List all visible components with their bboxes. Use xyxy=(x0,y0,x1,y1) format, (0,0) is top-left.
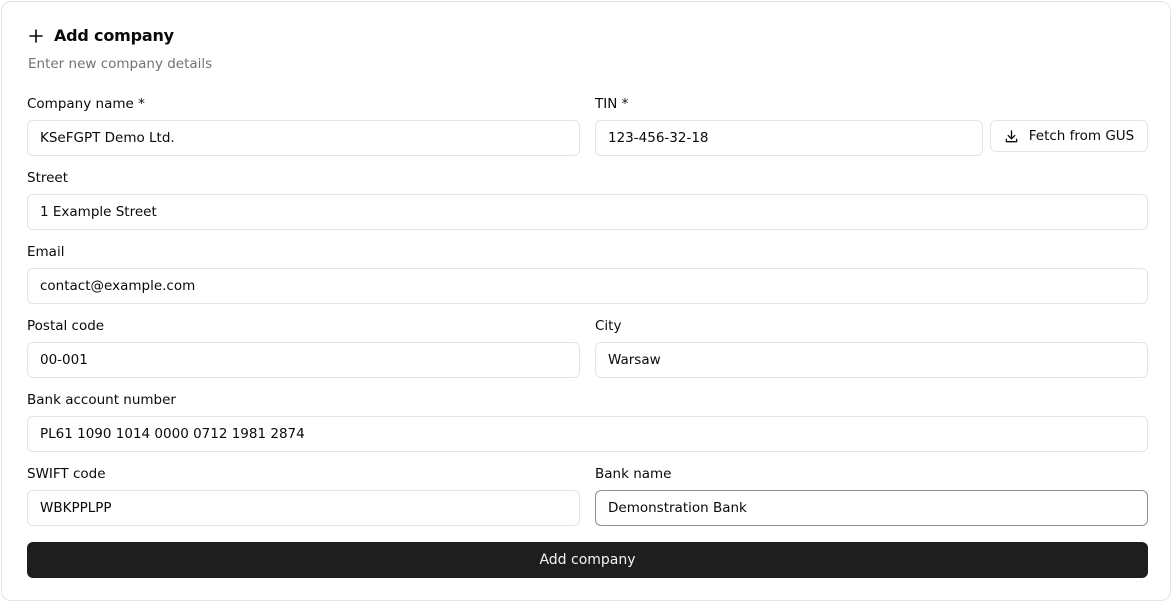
postal-code-label: Postal code xyxy=(27,318,105,334)
company-name-input[interactable] xyxy=(27,120,580,156)
card-header: Add company xyxy=(28,26,174,45)
download-icon xyxy=(1004,129,1019,144)
bank-name-input[interactable] xyxy=(595,490,1148,526)
bank-account-input[interactable] xyxy=(27,416,1148,452)
add-company-button[interactable]: Add company xyxy=(27,542,1148,578)
city-input[interactable] xyxy=(595,342,1148,378)
bank-name-label: Bank name xyxy=(595,466,672,482)
add-company-card: Add company Enter new company details Co… xyxy=(1,1,1171,601)
swift-code-input[interactable] xyxy=(27,490,580,526)
city-label: City xyxy=(595,318,622,334)
bank-account-label: Bank account number xyxy=(27,392,176,408)
plus-icon xyxy=(28,28,44,44)
tin-input[interactable] xyxy=(595,120,983,156)
email-input[interactable] xyxy=(27,268,1148,304)
fetch-button-label: Fetch from GUS xyxy=(1028,128,1135,144)
street-label: Street xyxy=(27,170,69,186)
page-title: Add company xyxy=(54,26,174,45)
fetch-from-gus-button[interactable]: Fetch from GUS xyxy=(990,120,1148,152)
swift-code-label: SWIFT code xyxy=(27,466,106,482)
street-input[interactable] xyxy=(27,194,1148,230)
page-subtitle: Enter new company details xyxy=(28,56,213,72)
company-name-label: Company name * xyxy=(27,96,145,112)
email-label: Email xyxy=(27,244,65,260)
tin-label: TIN * xyxy=(595,96,629,112)
postal-code-input[interactable] xyxy=(27,342,580,378)
